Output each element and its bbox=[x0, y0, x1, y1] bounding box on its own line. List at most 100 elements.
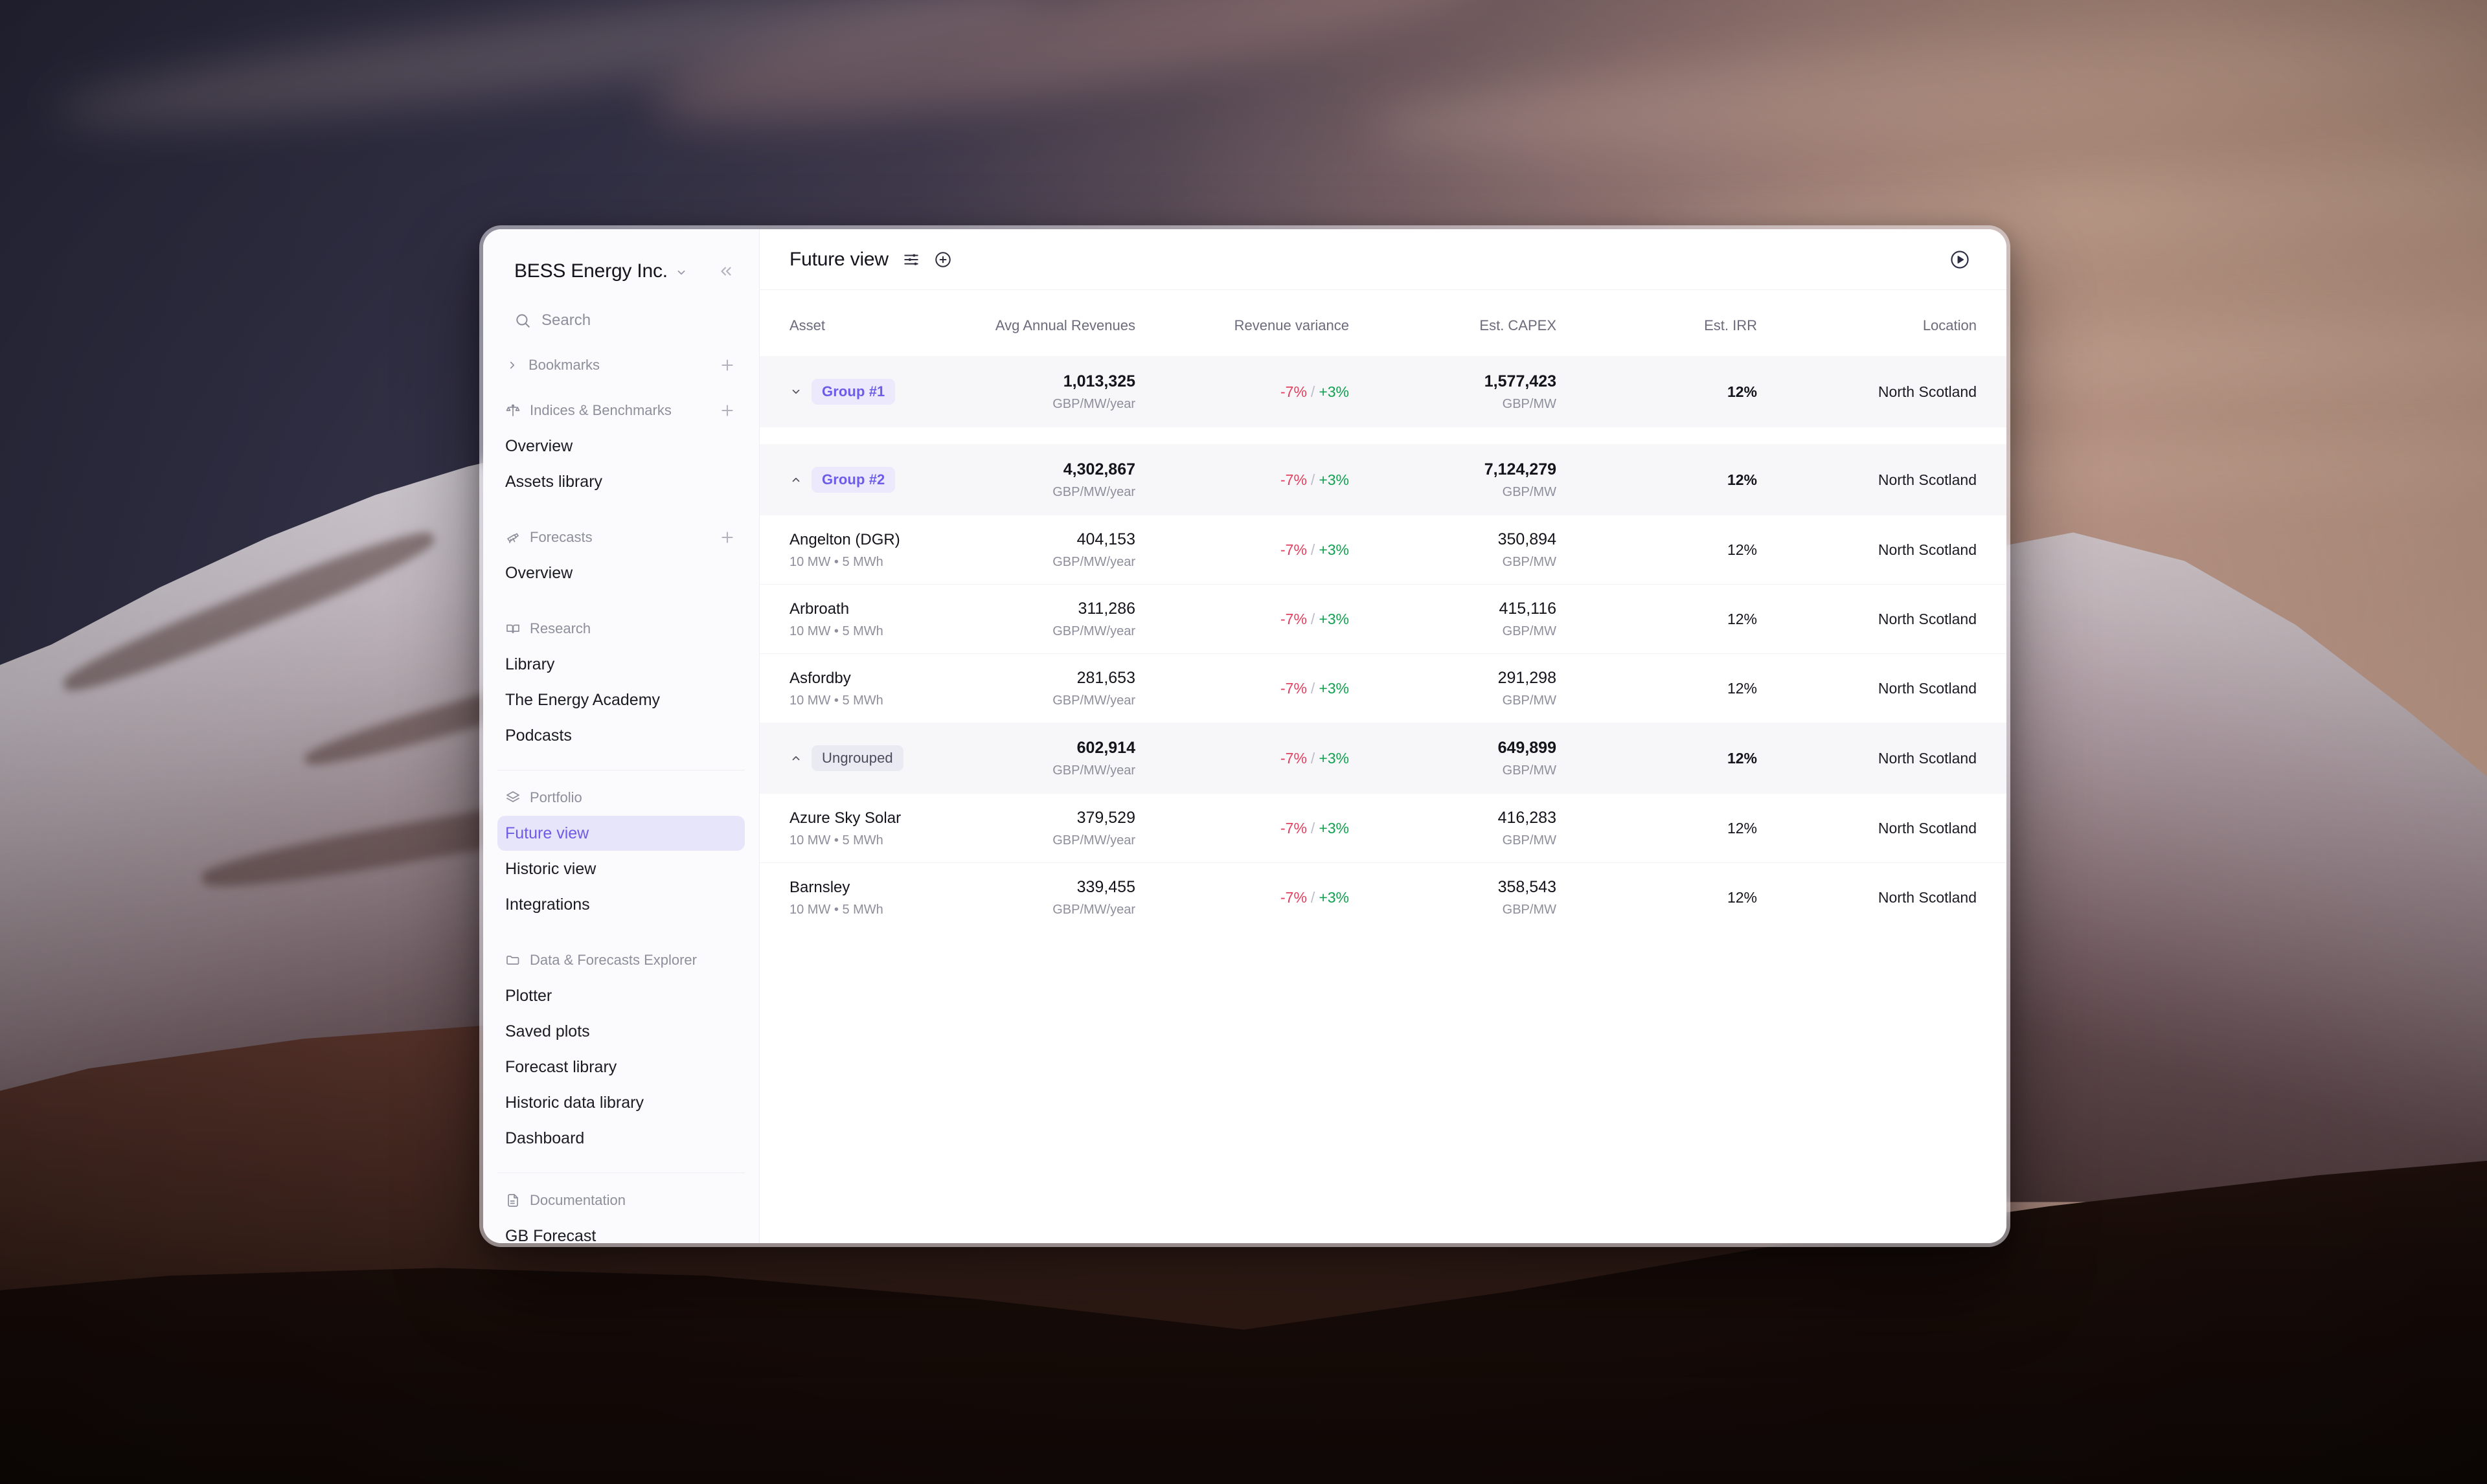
main-header: Future view bbox=[760, 229, 2006, 290]
chevron-up-icon[interactable] bbox=[789, 474, 802, 486]
chevron-right-icon[interactable] bbox=[505, 359, 519, 371]
sidebar-item-forecast-library[interactable]: Forecast library bbox=[497, 1050, 745, 1085]
chevron-up-icon[interactable] bbox=[789, 752, 802, 764]
sidebar-item-podcasts[interactable]: Podcasts bbox=[497, 718, 745, 753]
sidebar-item-historic-view[interactable]: Historic view bbox=[497, 851, 745, 886]
add-bookmark-button[interactable] bbox=[719, 357, 736, 374]
group-cell[interactable]: Group #2 bbox=[760, 444, 941, 515]
sidebar-section-header-bookmarks[interactable]: Bookmarks bbox=[497, 347, 745, 383]
sidebar-item-gb-forecast[interactable]: GB Forecast bbox=[497, 1219, 745, 1244]
cell-irr: 12% bbox=[1556, 794, 1757, 863]
table-row[interactable]: Arbroath 10 MW • 5 MWh 311,286 GBP/MW/ye… bbox=[760, 584, 2006, 654]
irr-value: 12% bbox=[1727, 610, 1757, 627]
sidebar-item-dashboard[interactable]: Dashboard bbox=[497, 1121, 745, 1156]
variance-positive: +3% bbox=[1319, 471, 1349, 488]
table-header-row: Asset Avg Annual Revenues Revenue varian… bbox=[760, 290, 2006, 356]
column-header-capex[interactable]: Est. CAPEX bbox=[1349, 290, 1556, 356]
sidebar-item-saved-plots[interactable]: Saved plots bbox=[497, 1014, 745, 1049]
sidebar-item-integrations[interactable]: Integrations bbox=[497, 887, 745, 922]
cell-capex: 350,894 GBP/MW bbox=[1349, 515, 1556, 585]
folder-icon bbox=[505, 952, 521, 968]
sidebar-section-label: Data & Forecasts Explorer bbox=[530, 952, 697, 968]
assets-table-container: Asset Avg Annual Revenues Revenue varian… bbox=[760, 290, 2006, 1243]
group-cell[interactable]: Ungrouped bbox=[760, 723, 941, 794]
capex-value: 1,577,423 bbox=[1484, 372, 1556, 390]
assets-table: Asset Avg Annual Revenues Revenue varian… bbox=[760, 290, 2006, 932]
org-name[interactable]: BESS Energy Inc. bbox=[514, 260, 668, 282]
sidebar-section-header-documentation[interactable]: Documentation bbox=[497, 1182, 745, 1219]
layers-icon bbox=[505, 790, 521, 805]
sidebar-section-explorer: Data & Forecasts Explorer Plotter Saved … bbox=[483, 942, 759, 1156]
header-actions bbox=[903, 251, 952, 269]
column-header-irr[interactable]: Est. IRR bbox=[1556, 290, 1757, 356]
sidebar-section-research: Research Library The Energy Academy Podc… bbox=[483, 611, 759, 753]
column-header-asset[interactable]: Asset bbox=[760, 290, 941, 356]
sidebar-item-library[interactable]: Library bbox=[497, 647, 745, 682]
table-row[interactable]: Angelton (DGR) 10 MW • 5 MWh 404,153 GBP… bbox=[760, 515, 2006, 585]
sidebar-item-historic-data-library[interactable]: Historic data library bbox=[497, 1085, 745, 1120]
sidebar-item-plotter[interactable]: Plotter bbox=[497, 978, 745, 1013]
asset-name: Azure Sky Solar bbox=[789, 809, 902, 827]
asset-cell[interactable]: Angelton (DGR) 10 MW • 5 MWh bbox=[760, 515, 941, 585]
irr-value: 12% bbox=[1727, 383, 1757, 400]
column-header-revenues[interactable]: Avg Annual Revenues bbox=[941, 290, 1135, 356]
irr-value: 12% bbox=[1727, 819, 1757, 837]
table-row-group[interactable]: Group #1 1,013,325 GBP/MW/year -7% / +3% 1… bbox=[760, 356, 2006, 427]
sidebar-item-indices-overview[interactable]: Overview bbox=[497, 429, 745, 464]
column-header-location[interactable]: Location bbox=[1757, 290, 2006, 356]
asset-name: Asfordby bbox=[789, 669, 851, 687]
asset-name: Arbroath bbox=[789, 600, 850, 618]
table-row[interactable]: Asfordby 10 MW • 5 MWh 281,653 GBP/MW/ye… bbox=[760, 653, 2006, 723]
search-placeholder: Search bbox=[541, 311, 591, 329]
chevron-down-icon[interactable] bbox=[676, 267, 687, 278]
cell-capex: 7,124,279 GBP/MW bbox=[1349, 444, 1556, 515]
asset-cell[interactable]: Azure Sky Solar 10 MW • 5 MWh bbox=[760, 794, 941, 863]
revenue-unit: GBP/MW/year bbox=[1052, 693, 1135, 708]
asset-cell[interactable]: Arbroath 10 MW • 5 MWh bbox=[760, 584, 941, 654]
sidebar-section-documentation: Documentation GB Forecast bbox=[483, 1182, 759, 1243]
chevrons-left-icon[interactable] bbox=[718, 263, 734, 280]
search-input[interactable]: Search bbox=[483, 300, 759, 341]
capex-value: 291,298 bbox=[1497, 669, 1556, 687]
table-row-group[interactable]: Group #2 4,302,867 GBP/MW/year -7% / +3% 7… bbox=[760, 444, 2006, 515]
sidebar-section-header-portfolio[interactable]: Portfolio bbox=[497, 780, 745, 816]
cell-variance: -7% / +3% bbox=[1135, 862, 1349, 932]
sliders-icon[interactable] bbox=[903, 251, 920, 268]
asset-cell[interactable]: Barnsley 10 MW • 5 MWh bbox=[760, 862, 941, 932]
cell-irr: 12% bbox=[1556, 723, 1757, 794]
play-circle-icon[interactable] bbox=[1949, 249, 1970, 270]
capex-value: 350,894 bbox=[1497, 530, 1556, 548]
variance-positive: +3% bbox=[1319, 541, 1349, 558]
variance-positive: +3% bbox=[1319, 749, 1349, 767]
asset-spec: 10 MW • 5 MWh bbox=[789, 624, 883, 638]
cell-irr: 12% bbox=[1556, 356, 1757, 427]
cell-irr: 12% bbox=[1556, 653, 1757, 723]
plus-circle-icon[interactable] bbox=[934, 251, 952, 269]
app-window-inner: BESS Energy Inc. Search Bookmarks Indice… bbox=[483, 229, 2006, 1243]
asset-spec: 10 MW • 5 MWh bbox=[789, 833, 883, 848]
capex-value: 358,543 bbox=[1497, 878, 1556, 896]
sidebar-item-energy-academy[interactable]: The Energy Academy bbox=[497, 682, 745, 717]
column-header-variance[interactable]: Revenue variance bbox=[1135, 290, 1349, 356]
sidebar-section-header-research[interactable]: Research bbox=[497, 611, 745, 647]
variance-separator: / bbox=[1310, 471, 1315, 488]
sidebar-item-assets-library[interactable]: Assets library bbox=[497, 464, 745, 499]
sidebar-section-header-indices[interactable]: Indices & Benchmarks bbox=[497, 392, 745, 429]
sidebar-section-header-explorer[interactable]: Data & Forecasts Explorer bbox=[497, 942, 745, 978]
add-index-button[interactable] bbox=[719, 402, 736, 419]
table-row-group[interactable]: Ungrouped 602,914 GBP/MW/year -7% / +3% 64… bbox=[760, 723, 2006, 794]
asset-cell[interactable]: Asfordby 10 MW • 5 MWh bbox=[760, 653, 941, 723]
sidebar-item-future-view[interactable]: Future view bbox=[497, 816, 745, 851]
table-row[interactable]: Azure Sky Solar 10 MW • 5 MWh 379,529 GB… bbox=[760, 794, 2006, 863]
table-row[interactable]: Barnsley 10 MW • 5 MWh 339,455 GBP/MW/ye… bbox=[760, 862, 2006, 932]
group-cell[interactable]: Group #1 bbox=[760, 356, 941, 427]
chevron-down-icon[interactable] bbox=[789, 386, 802, 398]
sidebar-section-header-forecasts[interactable]: Forecasts bbox=[497, 519, 745, 556]
variance-negative: -7% bbox=[1280, 471, 1307, 488]
cell-capex: 649,899 GBP/MW bbox=[1349, 723, 1556, 794]
add-forecast-button[interactable] bbox=[719, 529, 736, 546]
sidebar-item-forecasts-overview[interactable]: Overview bbox=[497, 556, 745, 590]
variance-separator: / bbox=[1310, 749, 1315, 767]
